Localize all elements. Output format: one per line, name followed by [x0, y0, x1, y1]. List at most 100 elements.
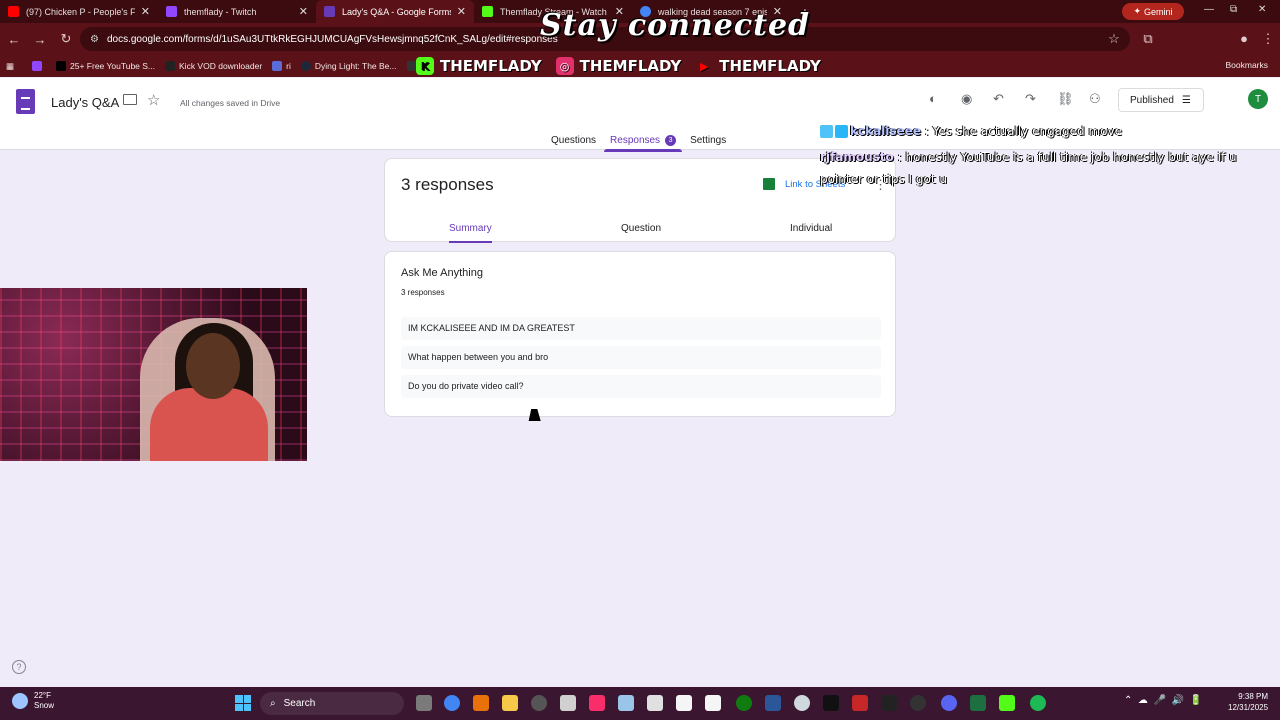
- chat-text: : Yes she actually engaged move: [920, 124, 1122, 138]
- taskbar-search[interactable]: ⌕ Search: [260, 692, 404, 715]
- document-icon[interactable]: [705, 695, 721, 711]
- youtube-icon: ▶: [699, 59, 709, 73]
- spotify-icon[interactable]: [1030, 695, 1046, 711]
- bookmark-item[interactable]: Dying Light: The Be...: [300, 61, 397, 71]
- close-icon[interactable]: ✕: [141, 5, 150, 18]
- reload-icon[interactable]: ↻: [54, 31, 78, 47]
- menu-icon[interactable]: ⋮: [1256, 31, 1280, 47]
- help-icon[interactable]: ?: [12, 660, 26, 674]
- response-view-tabs: Summary Question Individual: [385, 221, 897, 243]
- browser-tab[interactable]: (97) Chicken P - People's Favori ✕: [0, 0, 158, 23]
- bookmark-item[interactable]: ri: [272, 61, 291, 71]
- chat-badge-icon: [835, 125, 848, 138]
- capcut-icon[interactable]: [794, 695, 810, 711]
- tiktok-icon[interactable]: [823, 695, 839, 711]
- undo-icon[interactable]: ↶: [993, 91, 1004, 107]
- save-status: All changes saved in Drive: [180, 98, 281, 108]
- close-icon[interactable]: ✕: [457, 5, 466, 18]
- close-icon[interactable]: ✕: [299, 5, 308, 18]
- tab-responses[interactable]: Responses 3: [604, 131, 683, 152]
- preview-eye-icon[interactable]: ◉: [961, 91, 972, 107]
- app-icon[interactable]: [647, 695, 663, 711]
- tab-settings[interactable]: Settings: [690, 131, 726, 150]
- question-response-count: 3 responses: [401, 288, 445, 297]
- all-bookmarks[interactable]: Bookmarks: [1225, 60, 1268, 70]
- close-window-icon[interactable]: ✕: [1258, 4, 1266, 15]
- response-item: What happen between you and bro: [401, 346, 881, 369]
- app-icon[interactable]: [910, 695, 926, 711]
- profile-icon[interactable]: ●: [1232, 31, 1256, 46]
- document-icon[interactable]: [676, 695, 692, 711]
- apps-icon[interactable]: ▦: [6, 61, 14, 72]
- file-explorer-icon[interactable]: [502, 695, 518, 711]
- app-icon[interactable]: [852, 695, 868, 711]
- form-title[interactable]: Lady's Q&A: [51, 95, 119, 110]
- chrome-icon[interactable]: [444, 695, 460, 711]
- site-info-icon[interactable]: ⚙: [90, 34, 99, 45]
- avatar[interactable]: T: [1248, 89, 1268, 109]
- twitch-icon: [166, 6, 177, 17]
- instagram-icon: ◎: [555, 57, 574, 75]
- copilot-icon[interactable]: [473, 695, 489, 711]
- published-button[interactable]: Published ☰: [1118, 88, 1204, 112]
- excel-icon[interactable]: [970, 695, 986, 711]
- system-clock[interactable]: 9:38 PM 12/31/2025: [1228, 691, 1268, 713]
- folder-icon[interactable]: [123, 94, 137, 105]
- obs-icon[interactable]: [531, 695, 547, 711]
- response-item: IM KCKALISEEE AND IM DA GREATEST: [401, 317, 881, 340]
- tab-questions[interactable]: Questions: [551, 131, 596, 150]
- social-handle: ▶ THEMFLADY: [695, 57, 821, 75]
- palette-icon[interactable]: ◐: [929, 91, 937, 106]
- minimize-icon[interactable]: —: [1204, 4, 1214, 15]
- weather-widget[interactable]: 22°F Snow: [12, 691, 54, 711]
- bookmark-star-icon[interactable]: ☆: [1102, 31, 1126, 47]
- chat-username: rjfamousto: [820, 150, 894, 164]
- discord-icon[interactable]: [941, 695, 957, 711]
- steam-icon: [300, 61, 311, 71]
- gemini-button[interactable]: ✦ Gemini: [1122, 3, 1184, 20]
- restore-icon[interactable]: ⧉: [1230, 4, 1237, 15]
- bookmark-item[interactable]: 25+ Free YouTube S...: [56, 61, 155, 71]
- tab-individual[interactable]: Individual: [790, 223, 832, 234]
- bookmark-item[interactable]: [32, 61, 46, 71]
- chat-username: kckaliseee: [850, 124, 921, 138]
- star-icon[interactable]: ☆: [147, 91, 160, 109]
- forward-icon[interactable]: →: [28, 32, 52, 47]
- link-icon[interactable]: ⛓: [1057, 91, 1074, 107]
- url-text: docs.google.com/forms/d/1uSAu3UTtkRkEGHJ…: [106, 33, 558, 45]
- store-icon[interactable]: [560, 695, 576, 711]
- google-forms-icon: [324, 6, 335, 17]
- redo-icon[interactable]: ↷: [1025, 91, 1036, 107]
- browser-tab[interactable]: themflady - Twitch ✕: [158, 0, 316, 23]
- chat-message: rjfamousto : honestly YouTube is a full …: [820, 144, 1280, 170]
- question-title: Ask Me Anything: [401, 267, 483, 279]
- tune-icon: ☰: [1181, 94, 1191, 106]
- tab-question[interactable]: Question: [621, 223, 661, 234]
- browser-tab-active[interactable]: Lady's Q&A - Google Forms ✕: [316, 0, 474, 23]
- google-forms-icon[interactable]: [16, 89, 35, 114]
- twitch-icon: [32, 61, 43, 71]
- task-view-icon[interactable]: [416, 695, 432, 711]
- word-icon[interactable]: [765, 695, 781, 711]
- windows-start-icon[interactable]: [235, 695, 251, 711]
- app-icon[interactable]: [881, 695, 897, 711]
- tab-summary[interactable]: Summary: [449, 223, 492, 243]
- bookmark-item[interactable]: Kick VOD downloader: [165, 61, 262, 71]
- p-icon: [56, 61, 67, 71]
- system-tray-icons[interactable]: ⌃ ☁ 🎤 🔊 🔋: [1124, 695, 1202, 706]
- extensions-icon[interactable]: ⧉: [1136, 31, 1160, 47]
- response-item: Do you do private video call?: [401, 375, 881, 398]
- stream-overlay-socials: K THEMFLADY ◎ THEMFLADY ▶ THEMFLADY: [416, 55, 821, 77]
- music-icon[interactable]: [589, 695, 605, 711]
- kick-icon[interactable]: [999, 695, 1015, 711]
- gemini-label: Gemini: [1144, 6, 1173, 17]
- xbox-icon[interactable]: [736, 695, 752, 711]
- sl-icon: [272, 61, 283, 71]
- photos-icon[interactable]: [618, 695, 634, 711]
- search-icon: ⌕: [270, 698, 276, 709]
- add-collaborator-icon[interactable]: ⚇: [1089, 91, 1101, 107]
- back-icon[interactable]: ←: [2, 32, 26, 47]
- stream-overlay-headline: Stay connected: [540, 8, 811, 43]
- sparkle-icon: ✦: [1133, 6, 1142, 16]
- social-handle: K THEMFLADY: [416, 57, 542, 75]
